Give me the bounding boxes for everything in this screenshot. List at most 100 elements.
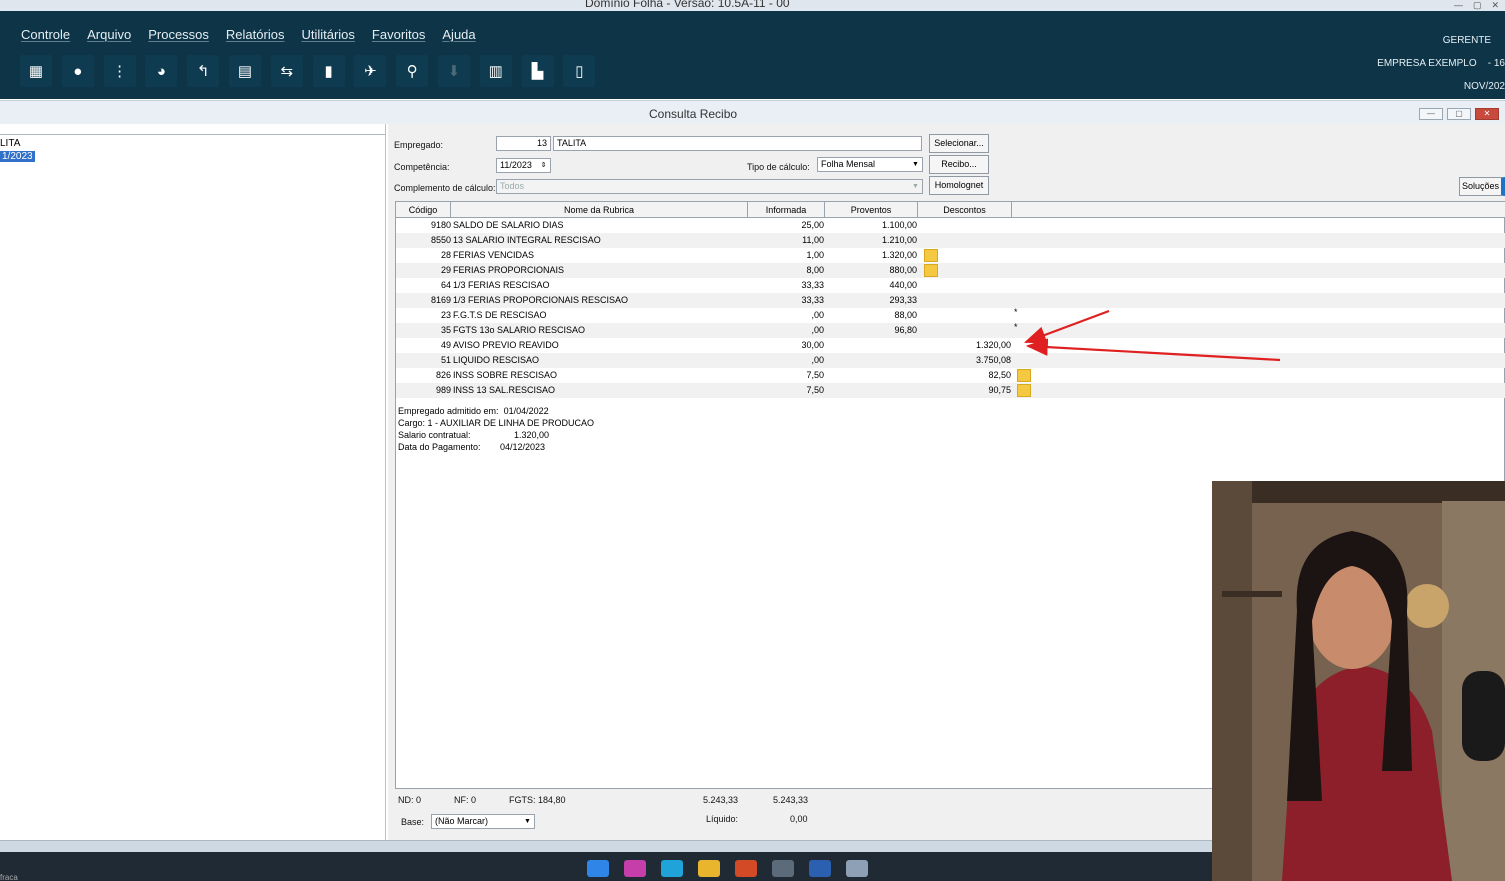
table-row[interactable]: 28 FERIAS VENCIDAS 1,00 1.320,00 xyxy=(396,248,1505,263)
status-text: fraca xyxy=(0,873,18,881)
document-icon[interactable]: ▮ xyxy=(312,55,345,87)
app-icon[interactable] xyxy=(772,860,794,877)
cell-descontos: 90,75 xyxy=(988,385,1011,395)
download-icon: ⬇ xyxy=(437,55,470,87)
cell-informada: ,00 xyxy=(811,355,824,365)
taskbar-icons xyxy=(587,860,883,877)
maximize-icon[interactable]: ▢ xyxy=(1447,108,1471,120)
table-row[interactable]: 8550 13 SALARIO INTEGRAL RESCISAO 11,00 1.2… xyxy=(396,233,1505,248)
recibo-button[interactable]: Recibo... xyxy=(929,155,989,174)
person-search-icon[interactable]: ◕ xyxy=(145,55,178,87)
table-row[interactable]: 35 FGTS 13o SALARIO RESCISAO ,00 96,80 * xyxy=(396,322,1505,338)
empregado-code-field[interactable]: 13 xyxy=(496,136,551,151)
cell-nome-rubrica: SALDO DE SALARIO DIAS xyxy=(453,220,564,230)
col-proventos[interactable]: Proventos xyxy=(825,202,918,218)
word-icon[interactable] xyxy=(809,860,831,877)
book-icon[interactable]: ▯ xyxy=(563,55,596,87)
calculator-icon[interactable]: ▥ xyxy=(479,55,512,87)
chart-icon[interactable]: ▙ xyxy=(521,55,554,87)
table-row[interactable]: 51 LIQUIDO RESCISAO ,00 3.750,08 xyxy=(396,353,1505,368)
windows-start-icon[interactable] xyxy=(587,860,609,877)
maximize-icon[interactable]: ▢ xyxy=(1473,0,1482,11)
note-icon[interactable] xyxy=(1017,369,1031,382)
table-row[interactable]: 23 F.G.T.S DE RESCISAO ,00 88,00 * xyxy=(396,307,1505,323)
airplane-icon[interactable]: ✈ xyxy=(354,55,387,87)
table-row[interactable]: 9180 SALDO DE SALARIO DIAS 25,00 1.100,00 xyxy=(396,218,1505,233)
menu-arquivo[interactable]: Arquivo xyxy=(87,27,131,42)
table-row[interactable]: 989 INSS 13 SAL.RESCISAO 7,50 90,75 xyxy=(396,383,1505,398)
tipo-calculo-select[interactable]: Folha Mensal ▼ xyxy=(817,157,923,172)
pagamento-value: 04/12/2023 xyxy=(500,442,546,452)
complemento-select: Todos ▼ xyxy=(496,179,923,194)
calculator-icon[interactable] xyxy=(846,860,868,877)
window-controls: — ▢ ✕ xyxy=(1454,0,1505,11)
competencia-field[interactable]: 11/2023 ⇕ xyxy=(496,158,551,173)
menu-ajuda[interactable]: Ajuda xyxy=(442,27,475,42)
tipo-calculo-label: Tipo de cálculo: xyxy=(747,162,810,172)
cell-descontos: 82,50 xyxy=(988,370,1011,380)
cell-proventos: 440,00 xyxy=(889,280,917,290)
nd-count: ND: 0 xyxy=(398,795,422,805)
folder-icon[interactable] xyxy=(698,860,720,877)
export-icon[interactable]: ↰ xyxy=(187,55,220,87)
base-label: Base: xyxy=(401,817,425,827)
copilot-icon[interactable] xyxy=(624,860,646,877)
solucoes-button[interactable]: Soluções xyxy=(1459,177,1505,196)
table-row[interactable]: 29 FERIAS PROPORCIONAIS 8,00 880,00 xyxy=(396,263,1505,278)
note-icon[interactable] xyxy=(924,264,938,277)
minimize-icon[interactable]: — xyxy=(1454,0,1463,11)
liquido-label: Líquido: xyxy=(706,814,739,824)
menu-controle[interactable]: Controle xyxy=(21,27,70,42)
note-icon[interactable] xyxy=(1017,384,1031,397)
building-icon[interactable]: ▦ xyxy=(20,55,52,87)
note-icon[interactable] xyxy=(924,249,938,262)
close-icon[interactable]: ✕ xyxy=(1475,108,1499,120)
transfer-icon[interactable]: ⇆ xyxy=(270,55,303,87)
employee-notes: Empregado admitido em: 01/04/2022 Cargo:… xyxy=(398,405,594,453)
menu-utilitarios[interactable]: Utilitários xyxy=(301,27,354,42)
table-icon[interactable]: ▤ xyxy=(228,55,261,87)
table-row[interactable]: 8169 1/3 FERIAS PROPORCIONAIS RESCISAO 33,… xyxy=(396,293,1505,308)
cell-descontos: 3.750,08 xyxy=(975,355,1011,365)
table-header: Código Nome da Rubrica Informada Provent… xyxy=(396,202,1505,218)
company-name: EMPRESA EXEMPLO xyxy=(1377,58,1477,69)
col-descontos[interactable]: Descontos xyxy=(918,202,1012,218)
table-row[interactable]: 826 INSS SOBRE RESCISAO 7,50 82,50 xyxy=(396,368,1505,383)
period: NOV/202 xyxy=(1463,81,1505,92)
search-icon[interactable]: ⚲ xyxy=(396,55,429,87)
cell-nome-rubrica: 1/3 FERIAS PROPORCIONAIS RESCISAO xyxy=(453,295,629,305)
minimize-icon[interactable]: — xyxy=(1419,108,1443,120)
table-row[interactable]: 64 1/3 FERIAS RESCISAO 33,33 440,00 xyxy=(396,278,1505,293)
col-informada[interactable]: Informada xyxy=(748,202,825,218)
cell-codigo: 8550 xyxy=(430,235,451,245)
cell-codigo: 64 xyxy=(440,280,451,290)
divider xyxy=(0,134,386,135)
chevron-down-icon: ▼ xyxy=(912,183,919,190)
menu-favoritos[interactable]: Favoritos xyxy=(372,27,425,42)
homolognet-button[interactable]: Homolognet xyxy=(929,176,989,195)
spinner-icon[interactable]: ⇕ xyxy=(538,160,549,171)
menu-relatorios[interactable]: Relatórios xyxy=(226,27,285,42)
cell-codigo: 29 xyxy=(440,265,451,275)
complemento-value: Todos xyxy=(500,181,525,191)
list-item[interactable]: LITA xyxy=(0,138,20,149)
table-row[interactable]: 49 AVISO PREVIO REAVIDO 30,00 1.320,00 xyxy=(396,338,1505,353)
list-item-selected[interactable]: 1/2023 xyxy=(0,151,35,162)
powerpoint-icon[interactable] xyxy=(735,860,757,877)
chevron-down-icon[interactable]: ▼ xyxy=(910,159,921,170)
person-icon[interactable]: ● xyxy=(61,55,94,87)
presenter-image xyxy=(1212,481,1505,881)
selecionar-button[interactable]: Selecionar... xyxy=(929,134,989,153)
cell-informada: 33,33 xyxy=(801,280,824,290)
cell-nome-rubrica: INSS SOBRE RESCISAO xyxy=(453,370,558,380)
chevron-down-icon[interactable]: ▼ xyxy=(522,816,533,827)
empregado-name-field[interactable]: TALITA xyxy=(553,136,922,151)
close-icon[interactable]: ✕ xyxy=(1491,0,1499,11)
window-title-bar: Consulta Recibo — ▢ ✕ xyxy=(0,100,1505,124)
col-codigo[interactable]: Código xyxy=(396,202,451,218)
tree-list-icon[interactable]: ⋮ xyxy=(103,55,136,87)
menu-processos[interactable]: Processos xyxy=(148,27,209,42)
edge-icon[interactable] xyxy=(661,860,683,877)
base-select[interactable]: (Não Marcar) ▼ xyxy=(431,814,535,829)
col-nome-rubrica[interactable]: Nome da Rubrica xyxy=(451,202,748,218)
